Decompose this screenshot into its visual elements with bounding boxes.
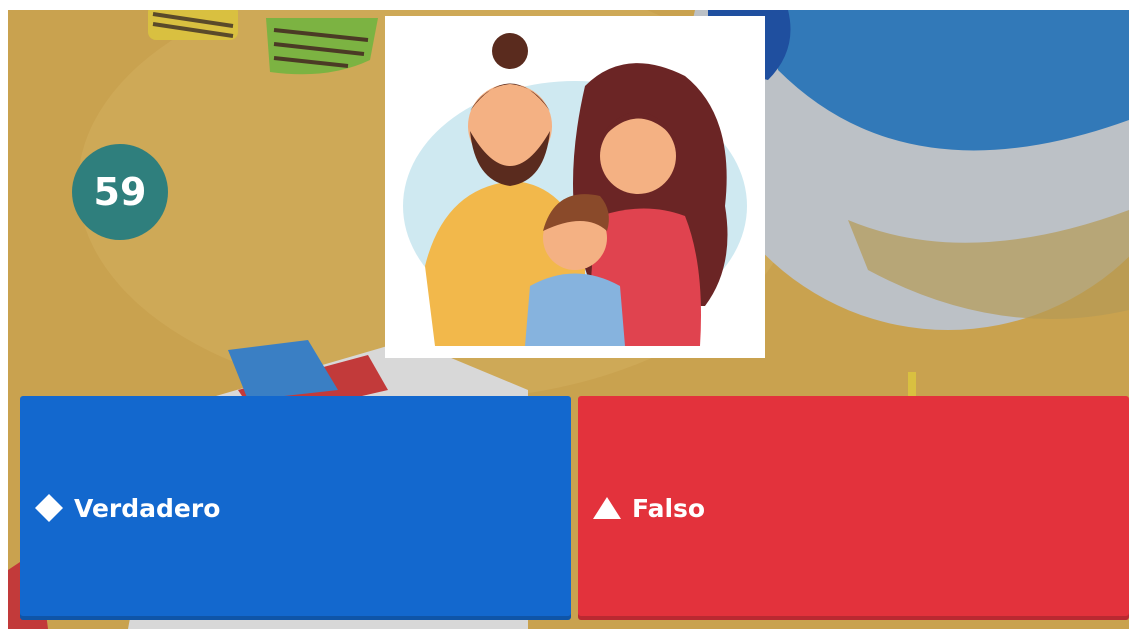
question-image (385, 16, 765, 358)
diamond-icon (32, 491, 66, 525)
game-stage: 59 Verdadero Falso (8, 10, 1129, 629)
answer-false-label: Falso (632, 493, 706, 523)
answer-true-label: Verdadero (74, 493, 221, 523)
answer-true-button[interactable]: Verdadero (20, 396, 571, 620)
family-illustration (385, 16, 765, 358)
countdown-timer: 59 (72, 144, 168, 240)
answer-false-button[interactable]: Falso (578, 396, 1129, 620)
triangle-icon (590, 491, 624, 525)
